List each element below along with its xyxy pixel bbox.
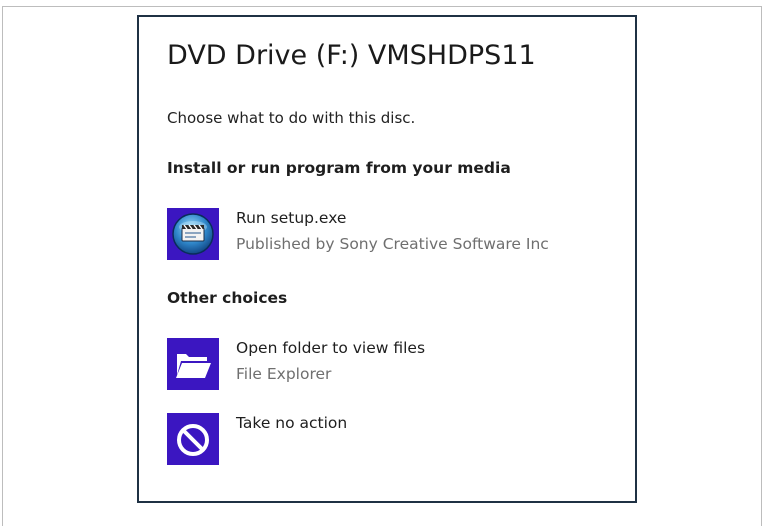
app-disc-icon [167, 208, 219, 260]
folder-icon [167, 338, 219, 390]
autoplay-dialog: DVD Drive (F:) VMSHDPS11 Choose what to … [137, 15, 637, 503]
option-open-folder[interactable]: Open folder to view files File Explorer [167, 336, 597, 392]
option-label: Run setup.exe [236, 209, 347, 227]
no-action-icon [167, 413, 219, 465]
option-publisher: Published by Sony Creative Software Inc [236, 235, 549, 253]
section-heading-install: Install or run program from your media [167, 159, 511, 177]
dialog-prompt: Choose what to do with this disc. [167, 109, 416, 127]
option-label: Take no action [236, 414, 348, 432]
option-label: Open folder to view files [236, 339, 426, 357]
dialog-title: DVD Drive (F:) VMSHDPS11 [167, 40, 536, 71]
option-app-name: File Explorer [236, 365, 332, 383]
section-heading-other: Other choices [167, 289, 288, 307]
option-run-setup[interactable]: Run setup.exe Published by Sony Creative… [167, 206, 597, 262]
option-take-no-action[interactable]: Take no action [167, 411, 597, 467]
